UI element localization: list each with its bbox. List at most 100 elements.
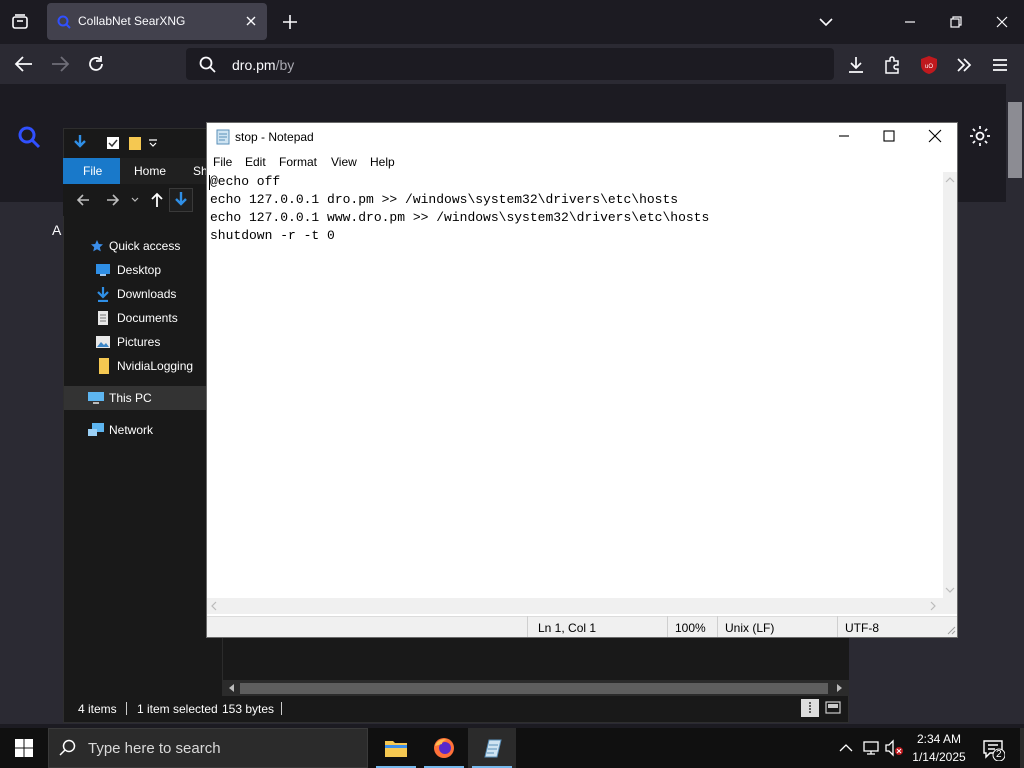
taskbar-firefox[interactable] — [420, 728, 468, 768]
explorer-hscrollbar-thumb[interactable] — [240, 683, 828, 694]
menu-help[interactable]: Help — [370, 155, 395, 169]
scroll-right-icon[interactable] — [929, 601, 937, 611]
nav-network[interactable]: Network — [64, 418, 206, 442]
scroll-corner — [943, 598, 957, 614]
explorer-content-pane — [222, 638, 849, 680]
nav-nvidialogging-label: NvidiaLogging — [117, 359, 194, 373]
notepad-title: stop - Notepad — [235, 130, 314, 144]
explorer-forward-icon[interactable] — [104, 191, 122, 209]
ribbon-tab-file-label: File — [83, 164, 103, 178]
menu-edit[interactable]: Edit — [245, 155, 266, 169]
searxng-search-icon[interactable] — [16, 124, 42, 150]
settings-gear-icon[interactable] — [968, 124, 992, 148]
list-all-tabs-icon[interactable] — [816, 12, 836, 32]
nav-network-label: Network — [109, 423, 154, 437]
taskbar-notepad[interactable] — [468, 728, 516, 768]
extensions-icon[interactable] — [881, 54, 903, 76]
taskbar-search-placeholder: Type here to search — [88, 740, 221, 757]
scroll-up-icon[interactable] — [945, 176, 955, 184]
nav-desktop[interactable]: Desktop — [64, 258, 206, 282]
forward-icon[interactable] — [48, 53, 72, 75]
explorer-back-icon[interactable] — [74, 191, 92, 209]
url-text[interactable]: dro.pm/by — [232, 57, 294, 73]
taskbar-file-explorer[interactable] — [372, 728, 420, 768]
notepad-app-icon — [215, 129, 231, 145]
notepad-minimize-icon[interactable] — [834, 126, 854, 146]
url-host: dro.pm — [232, 57, 276, 73]
nav-quick-access[interactable]: Quick access — [64, 234, 206, 258]
show-hidden-icons-icon[interactable] — [838, 740, 854, 756]
scroll-left-icon[interactable] — [226, 683, 238, 693]
notepad-hscrollbar[interactable] — [207, 598, 943, 614]
search-icon — [198, 55, 218, 75]
new-folder-icon[interactable] — [128, 135, 142, 151]
show-desktop-button[interactable] — [1020, 728, 1024, 768]
nav-pictures[interactable]: Pictures — [64, 330, 206, 354]
page-scrollbar[interactable] — [1006, 84, 1024, 724]
large-icons-view-icon[interactable] — [825, 700, 841, 716]
page-label-partial: A — [52, 222, 62, 238]
restore-icon[interactable] — [946, 12, 966, 32]
windows-start-icon[interactable] — [14, 738, 34, 758]
nav-downloads[interactable]: Downloads — [64, 282, 206, 306]
volume-muted-icon[interactable] — [884, 739, 904, 757]
scroll-right-icon[interactable] — [833, 683, 845, 693]
close-window-icon[interactable] — [992, 12, 1012, 32]
downloads-icon[interactable] — [845, 54, 867, 76]
close-tab-icon[interactable] — [244, 14, 258, 28]
tab-title: CollabNet SearXNG — [78, 14, 186, 28]
customize-toolbar-icon[interactable] — [148, 138, 158, 148]
status-item-count: 4 items — [78, 702, 117, 716]
address-bar[interactable] — [169, 188, 193, 212]
text-line: echo 127.0.0.1 www.dro.pm >> /windows\sy… — [210, 210, 710, 225]
status-divider — [126, 702, 127, 715]
back-icon[interactable] — [12, 53, 36, 75]
menu-view[interactable]: View — [331, 155, 357, 169]
scroll-down-icon[interactable] — [945, 586, 955, 594]
nav-desktop-label: Desktop — [117, 263, 162, 277]
nav-this-pc[interactable]: This PC — [64, 386, 206, 410]
action-center-icon[interactable]: 2 — [981, 737, 1005, 761]
notepad-vscrollbar[interactable] — [943, 172, 957, 598]
menu-format[interactable]: Format — [279, 155, 317, 169]
taskbar-search-icon — [58, 738, 78, 758]
scroll-left-icon[interactable] — [210, 601, 218, 611]
properties-checkbox-icon[interactable] — [106, 136, 120, 150]
ublock-origin-icon[interactable]: uO — [918, 54, 940, 76]
tab-list-icon[interactable] — [8, 10, 32, 34]
taskbar-clock-time[interactable]: 2:34 AM — [906, 732, 972, 746]
nav-pictures-label: Pictures — [117, 335, 161, 349]
nav-downloads-label: Downloads — [117, 287, 177, 301]
up-folder-icon[interactable] — [148, 191, 166, 209]
nav-nvidialogging[interactable]: NvidiaLogging — [64, 354, 206, 378]
status-divider — [717, 616, 718, 637]
status-divider — [527, 616, 528, 637]
text-caret — [209, 175, 210, 190]
ribbon-tab-file[interactable]: File — [63, 158, 120, 184]
network-status-icon[interactable] — [862, 739, 880, 757]
more-tools-icon[interactable] — [953, 54, 975, 76]
page-scrollbar-thumb[interactable] — [1008, 102, 1022, 178]
taskbar-clock-date[interactable]: 1/14/2025 — [906, 750, 972, 764]
notification-count: 2 — [996, 749, 1002, 760]
nav-documents-label: Documents — [117, 311, 178, 325]
notepad-menu-bar — [207, 152, 957, 172]
nav-this-pc-label: This PC — [109, 391, 152, 405]
app-menu-icon[interactable] — [989, 54, 1011, 76]
reload-icon[interactable] — [84, 53, 108, 75]
minimize-icon[interactable] — [900, 12, 920, 32]
notepad-close-icon[interactable] — [925, 126, 945, 146]
text-line: shutdown -r -t 0 — [210, 228, 335, 243]
new-tab-icon[interactable] — [280, 12, 300, 32]
resize-grip-icon[interactable] — [945, 624, 956, 635]
nav-documents[interactable]: Documents — [64, 306, 206, 330]
text-line: @echo off — [210, 174, 281, 189]
notepad-maximize-icon[interactable] — [879, 126, 899, 146]
details-view-icon[interactable] — [801, 699, 819, 717]
nav-quick-access-label: Quick access — [109, 239, 181, 253]
menu-file[interactable]: File — [213, 155, 232, 169]
recent-locations-icon[interactable] — [130, 195, 140, 205]
status-cursor-position: Ln 1, Col 1 — [538, 621, 597, 635]
ribbon-tab-home[interactable]: Home — [134, 164, 166, 178]
download-arrow-icon[interactable] — [72, 134, 88, 152]
